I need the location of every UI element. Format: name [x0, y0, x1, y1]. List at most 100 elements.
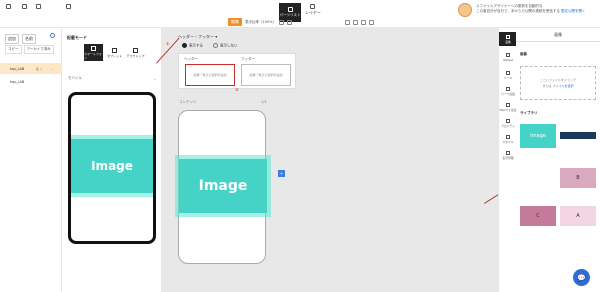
form-icon — [506, 102, 510, 107]
menu-item-4[interactable] — [66, 4, 71, 10]
header-footer-radios: 表示する 表示しない — [182, 43, 238, 49]
header-label: ヘッダー — [184, 57, 198, 61]
name-tab[interactable]: 名前 — [22, 34, 36, 44]
chat-icon[interactable]: 💬 — [573, 269, 590, 286]
page-tabs: 追加 名前 — [5, 34, 36, 44]
tool-icon — [36, 4, 41, 9]
save-icon[interactable] — [361, 19, 367, 25]
drop-text: ここにファイルをドラッグ — [539, 78, 576, 82]
rail-label: スタイル — [502, 139, 514, 144]
rail-display[interactable]: 表示管理 — [499, 148, 517, 162]
app-root: パーツリスト レイヤー 編集 表示比率（100%） スファイルデザイナーへの更新… — [0, 0, 600, 292]
rail-property[interactable]: プロパティ — [499, 116, 517, 130]
library-item-label: C — [536, 213, 540, 219]
page-subtabs: コピー アーカイブ済み — [5, 45, 54, 54]
redo-icon[interactable] — [287, 19, 293, 25]
parts-icon — [506, 86, 510, 91]
image-icon — [506, 34, 510, 39]
copy-tab[interactable]: コピー — [5, 45, 22, 54]
library-item-c[interactable]: C — [520, 206, 556, 226]
canvas-area: ヘッダー・フッター ▾ 表示する 表示しない ① ヘッダー フッター 画像一覧か… — [162, 28, 524, 292]
library-item-b1[interactable]: B — [560, 168, 596, 188]
rail-label: 表示管理 — [502, 155, 514, 160]
tool-icon — [6, 4, 11, 9]
image-section-title: 画像 — [520, 52, 527, 56]
library-item-image[interactable]: Image — [520, 124, 556, 148]
rail-parts[interactable]: パーツ追加 — [499, 84, 517, 98]
rail-tool[interactable]: ツール — [499, 68, 517, 82]
page-control[interactable]: 名 ◇ — [36, 67, 42, 71]
image-text: Image — [198, 178, 248, 194]
page-name: top_LAB — [10, 66, 25, 71]
archive-tab[interactable]: アーカイブ済み — [23, 45, 54, 54]
rail-style[interactable]: スタイル — [499, 132, 517, 146]
template-panel: 記載モード スマートフォン タブレット デスクトップ モバイル ⌄ Image — [62, 28, 162, 292]
select-file-link[interactable]: ファイルを選択 — [552, 84, 573, 88]
device-selector: スマートフォン タブレット デスクトップ — [84, 44, 145, 61]
template-title: 記載モード — [67, 35, 87, 40]
rail-label: Widget — [503, 57, 513, 62]
search-icon[interactable] — [50, 33, 55, 38]
footer-select-box[interactable]: 画像一覧から選択を追加 — [241, 64, 291, 86]
zoom-label[interactable]: 表示比率（100%） — [245, 20, 276, 25]
canvas-image-block[interactable]: Image — [179, 159, 267, 213]
image-placeholder: Image — [71, 139, 153, 193]
radio-off-icon — [213, 43, 218, 48]
edit-pill[interactable]: 編集 — [228, 18, 242, 26]
add-page-tab[interactable]: 追加 — [5, 34, 19, 44]
canvas-phone[interactable]: Image — [178, 110, 267, 264]
file-drop-zone[interactable]: ここにファイルをドラッグ または ファイルを選択 — [520, 66, 596, 100]
preview-icon[interactable] — [345, 19, 351, 25]
device-label: スマートフォン — [84, 51, 102, 60]
header-select-box[interactable]: 画像一覧から選択を追加 — [185, 64, 235, 86]
image-text: Image — [91, 159, 133, 173]
page-list-panel: 追加 名前 コピー アーカイブ済み top_LAB 名 ◇ ⋯ top_LAB — [0, 28, 62, 292]
publish-icon[interactable] — [369, 19, 375, 25]
notice-link[interactable]: 限定公開を開く — [561, 9, 586, 13]
add-block-button[interactable]: + — [278, 170, 285, 177]
rail-label: ツール — [503, 75, 513, 80]
radio-hide[interactable]: 表示しない — [213, 43, 238, 49]
widget-icon — [506, 52, 510, 57]
template-phone-preview[interactable]: Image — [68, 92, 156, 244]
undo-icon[interactable] — [279, 19, 285, 25]
rail-label: プロパティ — [501, 123, 515, 128]
library-item-blank[interactable] — [520, 168, 556, 190]
device-desktop-button[interactable]: デスクトップ — [126, 44, 145, 61]
menu-item-2[interactable] — [22, 4, 27, 10]
chevron-down-icon[interactable]: ⌄ — [153, 76, 156, 81]
layer-label: レイヤー — [305, 10, 321, 15]
section-label: モバイル — [68, 76, 82, 80]
radio-on-icon — [182, 43, 187, 48]
image-panel: 画像 画像 ここにファイルをドラッグ または ファイルを選択 ライブラリ Ima… — [516, 28, 600, 292]
library-section-title: ライブラリ — [520, 111, 538, 115]
radio-label: 表示しない — [220, 43, 238, 48]
tablet-icon — [112, 47, 117, 53]
menu-item-1[interactable] — [6, 4, 11, 10]
radio-show[interactable]: 表示する — [182, 43, 203, 49]
avatar — [458, 3, 472, 17]
page-row-1[interactable]: top_LAB 名 ◇ ⋯ — [0, 63, 62, 74]
rail-image[interactable]: 画像 — [499, 32, 517, 46]
library-item-a[interactable]: A — [560, 206, 596, 226]
page-count: 1/1 — [261, 100, 267, 104]
notice-line-2: この度自分が自分で、本からら公開の連続を受信する — [476, 9, 560, 13]
menu-item-3[interactable] — [36, 4, 41, 10]
image-panel-tab[interactable]: 画像 — [516, 28, 600, 42]
rail-label: Webフォ追加 — [499, 107, 517, 112]
device-tablet-button[interactable]: タブレット — [105, 44, 124, 61]
library-item-label: A — [576, 213, 580, 219]
settings-icon[interactable] — [353, 19, 359, 25]
library-item-banner[interactable] — [560, 132, 596, 139]
tool-icon — [22, 4, 27, 9]
marker-2: ② — [235, 87, 239, 92]
layer-button[interactable]: レイヤー — [305, 4, 321, 16]
device-smartphone-button[interactable]: スマートフォン — [84, 44, 103, 61]
page-name: top_LAB — [10, 79, 25, 84]
rail-webform[interactable]: Webフォ追加 — [499, 100, 517, 114]
rail-widget[interactable]: Widget — [499, 50, 517, 64]
device-label: タブレット — [106, 53, 122, 58]
header-footer-title[interactable]: ヘッダー・フッター ▾ — [178, 34, 217, 40]
page-row-2[interactable]: top_LAB — [0, 76, 62, 87]
more-icon[interactable]: ⋯ — [50, 67, 53, 71]
